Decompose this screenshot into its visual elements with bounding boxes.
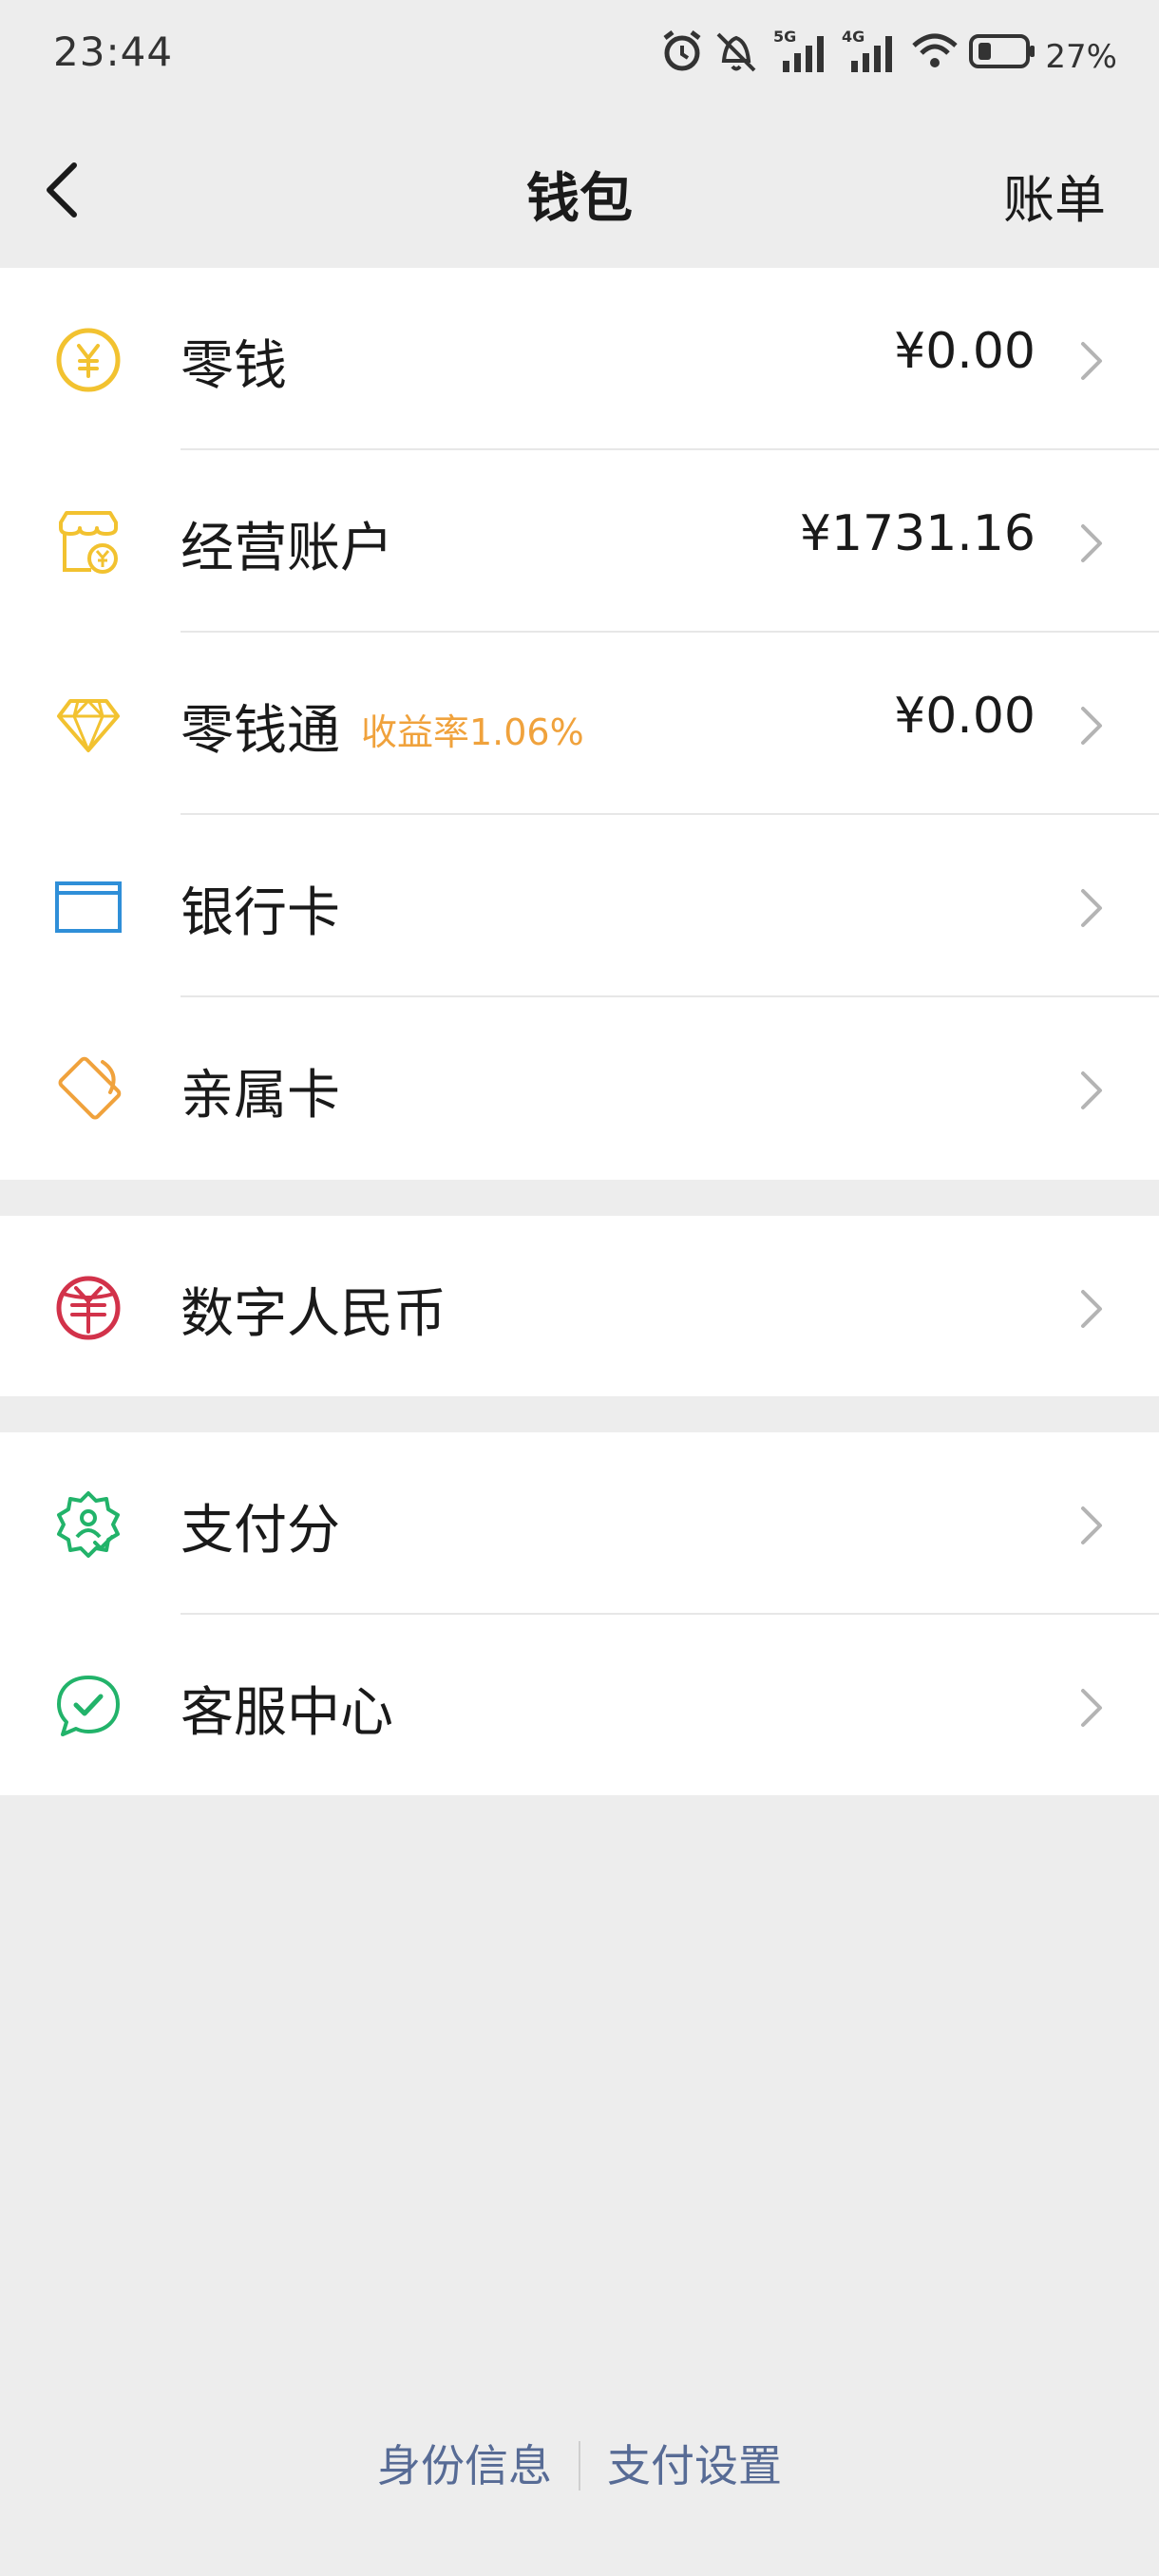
diamond-icon [57,699,120,752]
row-value: ¥1731.16 [799,505,1036,562]
row-change[interactable]: 零钱 ¥0.00 [0,268,1159,450]
row-label: 零钱通 收益率1.06% [180,688,584,765]
row-label: 支付分 [180,1500,340,1562]
chevron-right-icon [1081,889,1102,927]
row-digital-rmb[interactable]: 数字人民币 [0,1216,1159,1396]
svg-text:4G: 4G [842,28,864,46]
footer-links: 身份信息 支付设置 [0,2432,1159,2508]
row-customer-service[interactable]: 客服中心 [0,1615,1159,1797]
identity-info-link[interactable]: 身份信息 [351,2432,579,2494]
wifi-icon [912,33,958,67]
mute-bell-icon [716,32,756,72]
chevron-right-icon [1081,1506,1102,1544]
chevron-right-icon [1081,1689,1102,1727]
row-label: 客服中心 [180,1682,393,1744]
chevron-right-icon [1081,1290,1102,1328]
digital-rmb-icon [56,1276,121,1340]
row-label: 银行卡 [180,882,340,944]
row-business-account[interactable]: 经营账户 ¥1731.16 [0,450,1159,633]
yuan-coin-icon [56,328,121,392]
row-label: 亲属卡 [180,1065,340,1127]
row-value: ¥0.00 [894,323,1036,380]
customer-service-icon [57,1676,120,1736]
payscore-badge-icon [57,1491,120,1558]
signal-5g-icon: 5G [773,28,824,72]
signal-4g-icon: 4G [842,28,892,72]
chevron-right-icon [1081,1071,1102,1109]
wallet-group-main: 零钱 ¥0.00 经营账户 ¥1731.16 零钱通 收益率1.06% ¥0.00 [0,268,1159,1180]
row-label: 经营账户 [180,518,393,579]
bank-card-icon [55,881,122,933]
chevron-right-icon [1081,707,1102,745]
row-value: ¥0.00 [894,688,1036,745]
wallet-group-services: 支付分 客服中心 [0,1432,1159,1795]
row-label-text: 零钱通 [180,700,340,762]
row-label: 数字人民币 [180,1283,446,1345]
row-lingqiantong[interactable]: 零钱通 收益率1.06% ¥0.00 [0,633,1159,815]
svg-text:5G: 5G [773,28,796,46]
status-bar: 23:44 5G 4G 27% [0,0,1159,114]
bill-button[interactable]: 账单 [1003,158,1106,233]
family-card-icon [58,1056,122,1120]
row-label: 零钱 [180,335,287,397]
pay-settings-link[interactable]: 支付设置 [580,2432,808,2494]
battery-icon [969,34,1035,68]
alarm-icon [663,30,701,71]
status-time: 23:44 [53,28,174,75]
row-family-card[interactable]: 亲属卡 [0,997,1159,1180]
yield-badge: 收益率1.06% [361,711,584,753]
nav-bar: 钱包 账单 [0,114,1159,268]
wallet-group-digital: 数字人民币 [0,1216,1159,1396]
store-icon [59,511,118,574]
row-payscore[interactable]: 支付分 [0,1432,1159,1615]
status-icons: 5G 4G 27% [661,28,1117,85]
page-title: 钱包 [526,168,633,230]
chevron-right-icon [1081,342,1102,380]
chevron-right-icon [1081,524,1102,562]
row-bank-card[interactable]: 银行卡 [0,815,1159,997]
battery-percentage: 27% [1045,38,1117,76]
